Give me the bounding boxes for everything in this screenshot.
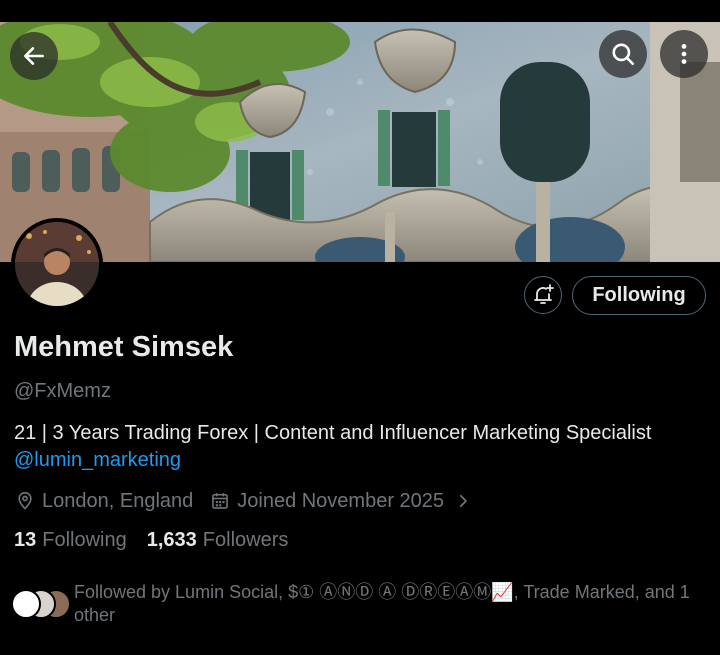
notifications-button[interactable]: [524, 276, 562, 314]
location-text: London, England: [42, 489, 194, 512]
profile-handle: @FxMemz: [14, 380, 111, 402]
followers-label: Followers: [202, 529, 289, 551]
calendar-icon: [209, 490, 231, 512]
avatar-image: [15, 222, 99, 306]
followed-by-section[interactable]: Followed by Lumin Social, $① ⒶⓃⒹ Ⓐ ⒹⓇⒺⒶⓂ…: [11, 581, 711, 627]
profile-bio: 21 | 3 Years Trading Forex | Content and…: [14, 420, 651, 474]
joined-item[interactable]: Joined November 2025: [209, 490, 474, 513]
more-options-button[interactable]: [660, 30, 708, 78]
followers-count-link[interactable]: 1,633 Followers: [147, 529, 289, 552]
bio-mention-link[interactable]: @lumin_marketing: [14, 447, 651, 474]
search-button[interactable]: [599, 30, 647, 78]
bell-plus-icon: [534, 284, 554, 304]
more-vertical-icon: [681, 44, 687, 64]
profile-meta: London, England Joined November 2025: [14, 487, 490, 515]
location-item: London, England: [14, 490, 193, 513]
follow-counts: 13 Following 1,633 Followers: [14, 529, 308, 552]
followers-count: 1,633: [146, 529, 197, 551]
followed-by-avatars: [11, 589, 71, 619]
followed-by-text: Followed by Lumin Social, $① ⒶⓃⒹ Ⓐ ⒹⓇⒺⒶⓂ…: [74, 582, 690, 625]
arrow-left-icon: [24, 47, 44, 65]
bio-text: 21 | 3 Years Trading Forex | Content and…: [14, 422, 652, 444]
following-button[interactable]: Following: [572, 276, 706, 315]
follower-avatar: [11, 589, 41, 619]
joined-text: Joined November 2025: [237, 489, 445, 512]
profile-avatar[interactable]: [11, 218, 103, 310]
following-count-link[interactable]: 13 Following: [14, 529, 127, 552]
following-count: 13: [14, 529, 37, 551]
search-icon: [612, 43, 635, 66]
profile-name: Mehmet Simsek: [14, 331, 234, 363]
following-label: Following: [42, 529, 127, 551]
chevron-right-icon: [452, 490, 474, 512]
location-pin-icon: [14, 490, 36, 512]
back-button[interactable]: [10, 32, 58, 80]
